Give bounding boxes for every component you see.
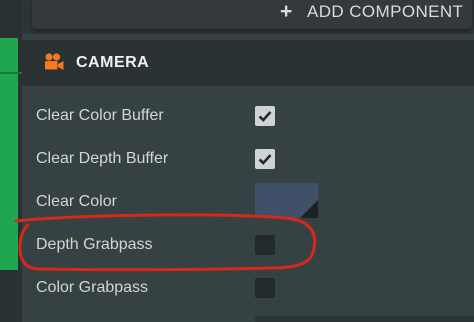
inspector-panel: + ADD COMPONENT CAMERA Clear Color Buffe…: [22, 0, 474, 322]
add-component-button[interactable]: + ADD COMPONENT: [32, 0, 472, 29]
property-label: Color Grabpass: [36, 279, 149, 296]
checkmark-icon: [258, 154, 272, 165]
color-grabpass-checkbox[interactable]: [255, 278, 275, 298]
property-label: Clear Depth Buffer: [36, 150, 169, 167]
clear-color-buffer-checkbox[interactable]: [255, 106, 275, 126]
camera-section-header[interactable]: CAMERA: [22, 40, 474, 86]
swatch-alpha-corner: [300, 200, 318, 218]
clear-depth-buffer-checkbox[interactable]: [255, 149, 275, 169]
clear-color-swatch[interactable]: [255, 183, 318, 218]
property-row-depth-grabpass: Depth Grabpass: [22, 225, 474, 268]
depth-grabpass-checkbox[interactable]: [255, 235, 275, 255]
property-label: Clear Color: [36, 193, 117, 210]
property-label: Clear Color Buffer: [36, 107, 164, 124]
green-divider: [0, 72, 22, 74]
property-row-clear-color: Clear Color: [22, 182, 474, 225]
checkmark-icon: [258, 111, 272, 122]
property-row-clear-depth-buffer: Clear Depth Buffer: [22, 139, 474, 182]
property-label: Depth Grabpass: [36, 236, 153, 253]
plus-icon: +: [280, 0, 293, 23]
camera-icon: [45, 53, 64, 70]
property-row-color-grabpass: Color Grabpass: [22, 268, 474, 311]
next-row-edge: [255, 316, 474, 322]
add-component-label: ADD COMPONENT: [307, 2, 464, 21]
section-title: CAMERA: [76, 54, 150, 71]
add-component-row: + ADD COMPONENT: [22, 0, 474, 34]
property-row-clear-color-buffer: Clear Color Buffer: [22, 96, 474, 139]
